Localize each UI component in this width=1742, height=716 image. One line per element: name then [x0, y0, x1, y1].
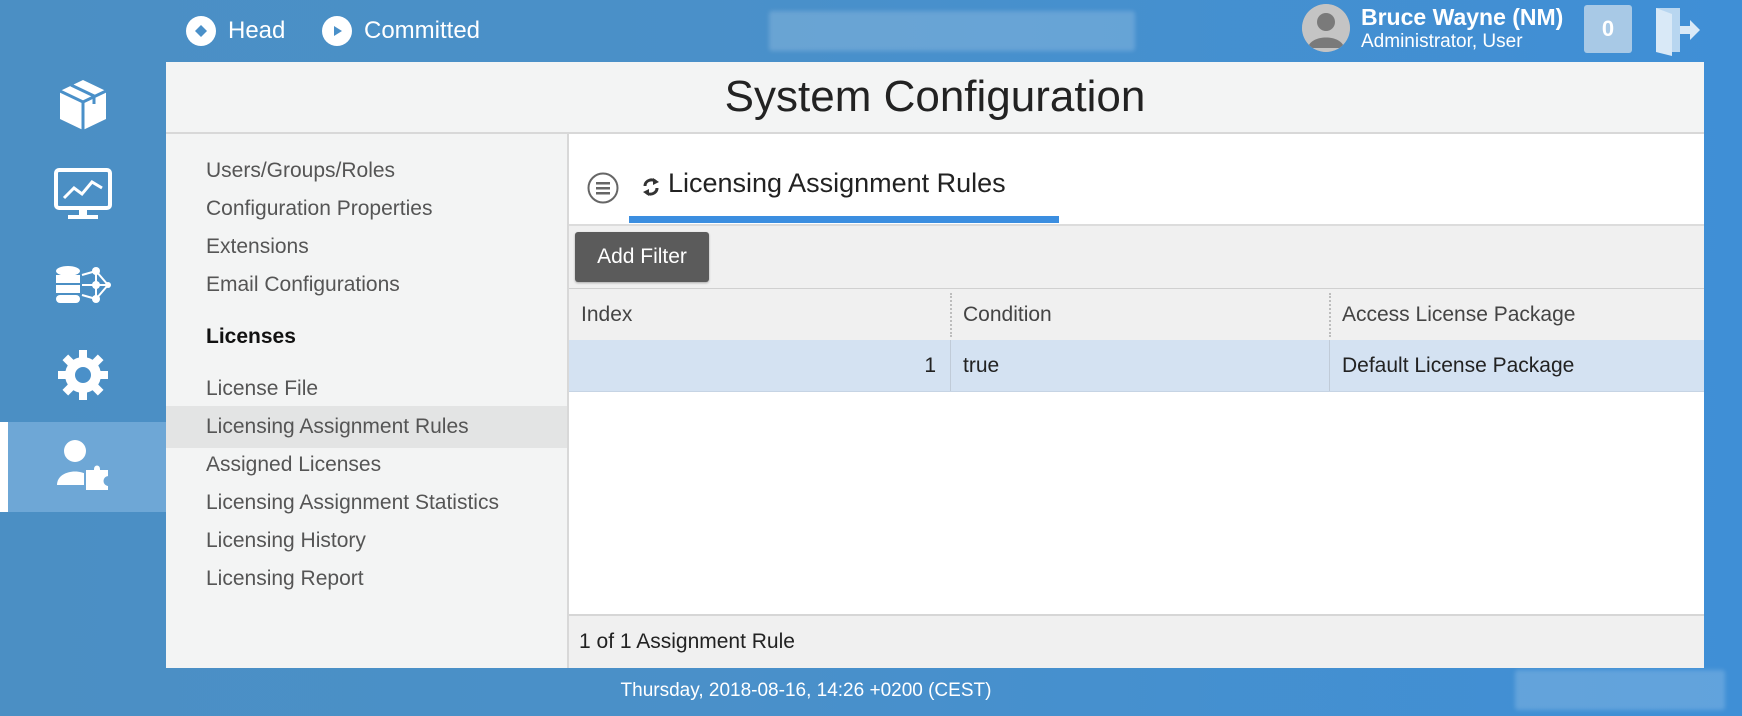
table-footer-count: 1 of 1 Assignment Rule — [569, 614, 1704, 668]
committed-label: Committed — [364, 17, 481, 44]
database-network-icon — [54, 263, 112, 312]
tab-bar: Licensing Assignment Rules — [569, 134, 1704, 226]
nav-settings[interactable] — [0, 332, 166, 422]
sidebar-item-users-groups-roles[interactable]: Users/Groups/Roles — [166, 150, 567, 192]
grid-toolbar: Add Filter — [569, 226, 1704, 288]
sidebar-item-extensions[interactable]: Extensions — [166, 226, 567, 268]
main-navigation — [0, 62, 166, 674]
committed-button[interactable]: Committed — [322, 14, 480, 48]
nav-administration[interactable] — [0, 422, 166, 512]
table-body-empty-space — [569, 392, 1704, 614]
sidebar-item-licensing-assignment-rules[interactable]: Licensing Assignment Rules — [166, 406, 567, 448]
cell-condition: true — [963, 353, 1000, 377]
sidebar-item-license-file[interactable]: License File — [166, 368, 567, 410]
head-icon — [186, 16, 216, 46]
sidebar-item-licensing-assignment-statistics[interactable]: Licensing Assignment Statistics — [166, 482, 567, 524]
status-bar: Thursday, 2018-08-16, 14:26 +0200 (CEST) — [0, 670, 1742, 716]
nav-data[interactable] — [0, 242, 166, 332]
head-button[interactable]: Head — [186, 14, 285, 48]
sidebar-item-licensing-report[interactable]: Licensing Report — [166, 558, 567, 600]
column-header-condition[interactable]: Condition — [951, 289, 1329, 341]
head-label: Head — [228, 17, 286, 44]
table-row[interactable]: 1 true Default License Package — [569, 340, 1704, 392]
sidebar-heading-licenses: Licenses — [206, 325, 296, 348]
sidebar-item-email-configurations[interactable]: Email Configurations — [166, 264, 567, 306]
nav-monitoring[interactable] — [0, 152, 166, 242]
sidebar-item-licensing-history[interactable]: Licensing History — [166, 520, 567, 562]
column-header-access-license-package[interactable]: Access License Package — [1330, 289, 1704, 341]
config-side-menu: Users/Groups/Roles Configuration Propert… — [166, 134, 569, 668]
monitor-chart-icon — [54, 167, 112, 227]
cell-index: 1 — [924, 353, 936, 377]
cell-access-license-package: Default License Package — [1342, 353, 1575, 377]
tab-licensing-assignment-rules[interactable]: Licensing Assignment Rules — [668, 168, 1006, 199]
avatar[interactable] — [1302, 4, 1350, 52]
refresh-icon[interactable] — [641, 174, 661, 200]
gear-icon — [57, 349, 109, 406]
main-panel: System Configuration Users/Groups/Roles … — [166, 62, 1704, 668]
add-filter-button[interactable]: Add Filter — [575, 232, 709, 282]
user-name[interactable]: Bruce Wayne (NM) — [1361, 4, 1563, 31]
top-bar: Head Committed Bruce Wayne (NM) Administ… — [0, 0, 1742, 62]
user-role: Administrator, User — [1361, 31, 1523, 52]
content-area: Licensing Assignment Rules Add Filter In… — [569, 134, 1704, 668]
notification-badge[interactable]: 0 — [1584, 5, 1632, 53]
column-header-index[interactable]: Index — [569, 289, 950, 341]
active-tab-indicator — [629, 216, 1059, 223]
logout-icon[interactable] — [1652, 4, 1702, 56]
table-header: Index Condition Access License Package — [569, 288, 1704, 343]
blurred-region — [1515, 670, 1725, 710]
sidebar-item-assigned-licenses[interactable]: Assigned Licenses — [166, 444, 567, 486]
sidebar-item-configuration-properties[interactable]: Configuration Properties — [166, 188, 567, 230]
box-icon — [56, 76, 110, 139]
blurred-region — [769, 11, 1135, 51]
status-datetime: Thursday, 2018-08-16, 14:26 +0200 (CEST) — [620, 680, 992, 701]
page-title: System Configuration — [166, 62, 1704, 134]
menu-icon[interactable] — [587, 172, 619, 204]
user-puzzle-icon — [55, 437, 111, 498]
nav-packages[interactable] — [0, 62, 166, 152]
play-icon — [322, 16, 352, 46]
